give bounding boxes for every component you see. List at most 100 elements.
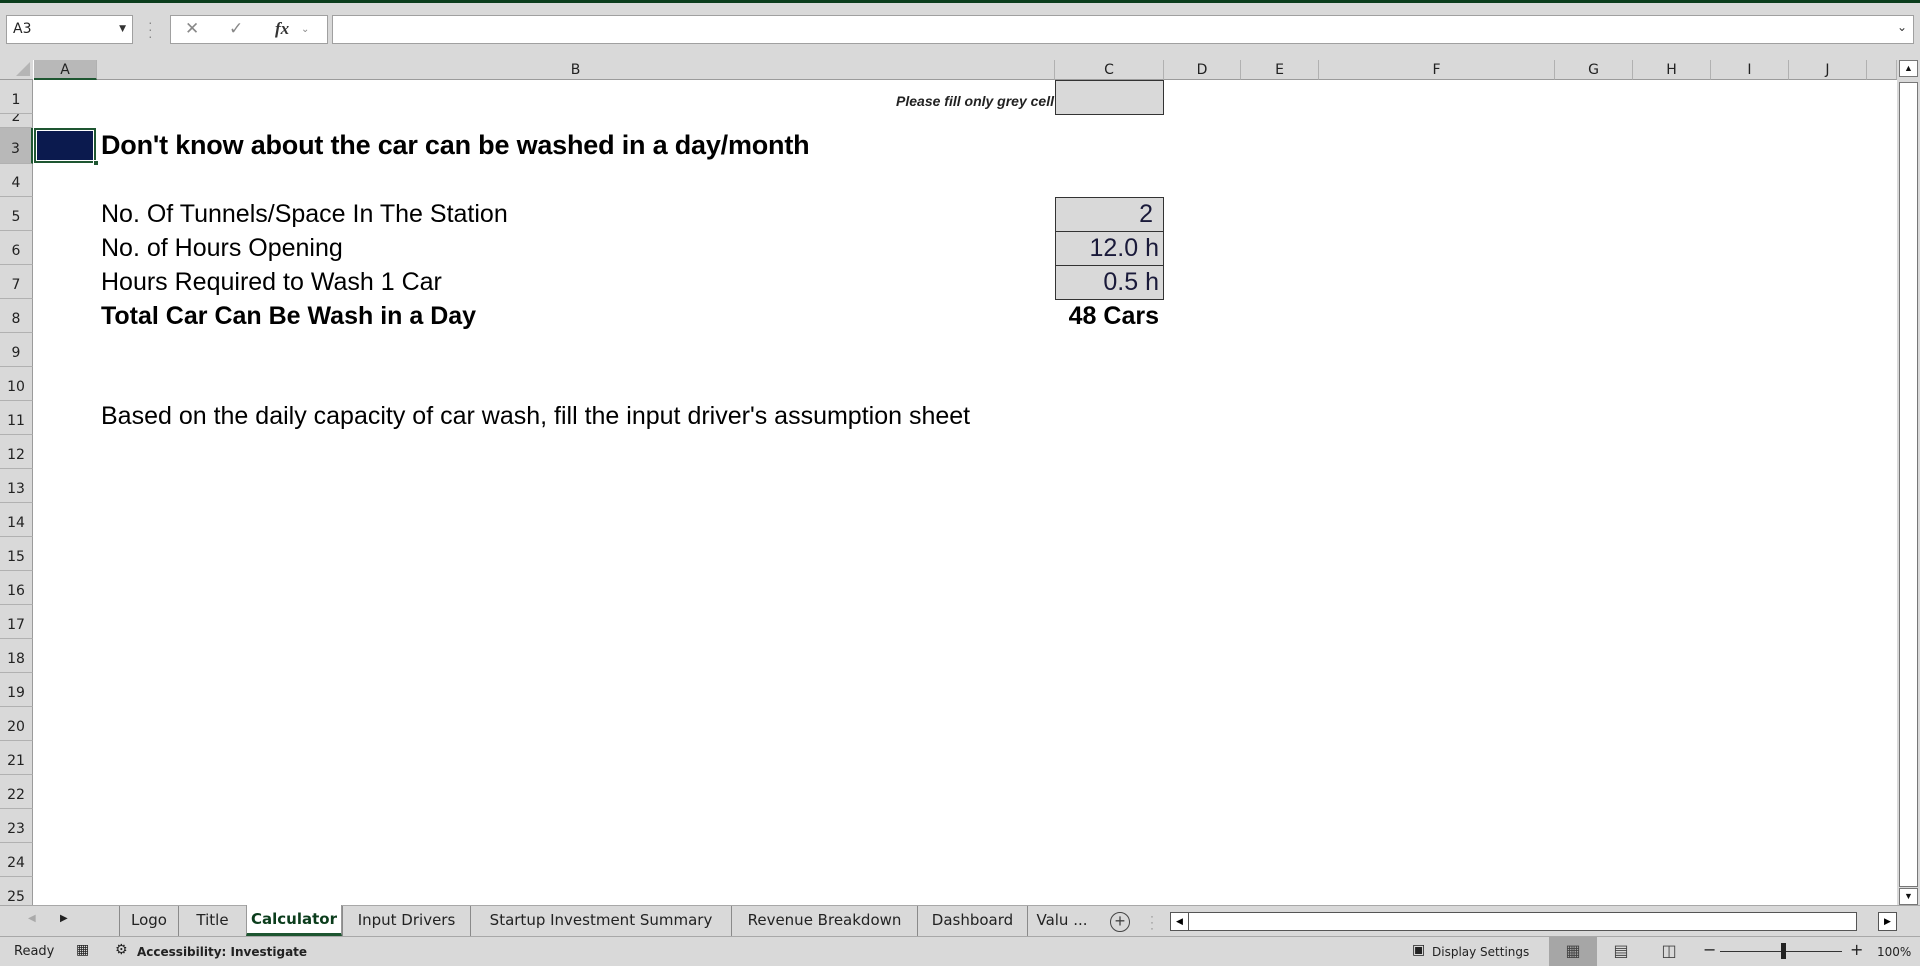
row-header-10[interactable]: 10: [0, 367, 33, 401]
input-label: Hours Required to Wash 1 Car: [101, 268, 442, 296]
chevron-down-icon[interactable]: ▼: [119, 16, 126, 43]
row-header-13[interactable]: 13: [0, 469, 33, 503]
input-value: 2: [1139, 200, 1153, 228]
row-header-23[interactable]: 23: [0, 809, 33, 843]
column-header-c[interactable]: C: [1055, 60, 1164, 80]
column-header-h[interactable]: H: [1633, 60, 1711, 80]
input-value: 0.5 h: [1103, 268, 1159, 296]
row-header-2[interactable]: 2: [0, 114, 33, 128]
row-header-22[interactable]: 22: [0, 775, 33, 809]
select-all-button[interactable]: [0, 60, 33, 80]
row-header-21[interactable]: 21: [0, 741, 33, 775]
zoom-in-button[interactable]: +: [1850, 940, 1863, 959]
status-bar: Ready ▦ ⚙ Accessibility: Investigate ▣ D…: [0, 937, 1920, 966]
expand-formula-bar-icon[interactable]: ⌄: [1897, 20, 1907, 34]
row-header-19[interactable]: 19: [0, 673, 33, 707]
name-box-value: A3: [13, 21, 32, 37]
zoom-out-button[interactable]: −: [1703, 940, 1716, 959]
normal-view-icon[interactable]: ▦: [1549, 937, 1597, 966]
row-header-6[interactable]: 6: [0, 231, 33, 265]
prev-sheet-icon[interactable]: ◀: [28, 913, 36, 924]
row-header-4[interactable]: 4: [0, 164, 33, 197]
input-cell-hours-per-car[interactable]: 0.5 h: [1055, 265, 1164, 300]
row-header-20[interactable]: 20: [0, 707, 33, 741]
zoom-slider-thumb[interactable]: [1781, 943, 1786, 959]
display-settings[interactable]: Display Settings: [1432, 945, 1529, 959]
calculator-title: Don't know about the car can be washed i…: [101, 130, 810, 160]
formula-actions: ✕ ✓ fx ⌄: [170, 15, 328, 44]
row-header-8[interactable]: 8: [0, 299, 33, 333]
sheet-tab-startup-investment-summary[interactable]: Startup Investment Summary: [470, 906, 731, 936]
row-header-3[interactable]: 3: [0, 128, 33, 164]
sheet-tab-input-drivers[interactable]: Input Drivers: [342, 906, 470, 936]
scroll-down-button[interactable]: ▼: [1899, 888, 1918, 905]
name-box[interactable]: A3 ▼: [6, 15, 133, 44]
status-ready: Ready: [14, 944, 55, 959]
column-header[interactable]: [1867, 60, 1897, 80]
row-header-16[interactable]: 16: [0, 571, 33, 605]
sheet-tab-bar: ◀ ▶ Logo Title Calculator Input Drivers Star…: [0, 905, 1920, 937]
formula-bar: A3 ▼ · · · ✕ ✓ fx ⌄ ⌄: [0, 3, 1920, 60]
row-header-1[interactable]: 1: [0, 80, 33, 114]
more-options-icon[interactable]: · · ·: [148, 15, 153, 43]
row-header-12[interactable]: 12: [0, 435, 33, 469]
accessibility-icon[interactable]: ⚙: [115, 942, 128, 958]
selected-cell-a3[interactable]: [34, 128, 99, 166]
input-label: No. Of Tunnels/Space In The Station: [101, 200, 508, 228]
sheet-tab-title[interactable]: Title: [178, 906, 246, 936]
row-header-14[interactable]: 14: [0, 503, 33, 537]
worksheet-grid[interactable]: ABCDEFGHIJ 1 2 3 4 5 6 7 8 9 10 11 12 13 14 15 16 17 18 19…: [0, 60, 1897, 905]
next-sheet-icon[interactable]: ▶: [60, 913, 68, 924]
column-header-e[interactable]: E: [1241, 60, 1319, 80]
footnote: Based on the daily capacity of car wash,…: [101, 402, 971, 430]
instruction-note: Please fill only grey cell: [896, 93, 1054, 109]
sheet-tab-valu[interactable]: Valu ...: [1027, 906, 1096, 936]
cancel-icon[interactable]: ✕: [185, 19, 199, 39]
vertical-scrollbar[interactable]: ▲ ▼: [1897, 60, 1920, 905]
input-cell-tunnels[interactable]: 2: [1055, 197, 1164, 232]
add-sheet-icon[interactable]: +: [1110, 912, 1130, 932]
accessibility-status[interactable]: Accessibility: Investigate: [137, 945, 307, 959]
row-header-24[interactable]: 24: [0, 843, 33, 877]
formula-input[interactable]: ⌄: [332, 15, 1914, 44]
check-icon[interactable]: ✓: [229, 19, 243, 39]
column-header-g[interactable]: G: [1555, 60, 1633, 80]
column-header-i[interactable]: I: [1711, 60, 1789, 80]
sheet-tab-calculator[interactable]: Calculator: [246, 905, 342, 936]
column-header-b[interactable]: B: [97, 60, 1055, 80]
row-header-9[interactable]: 9: [0, 333, 33, 367]
sheet-tab-dashboard[interactable]: Dashboard: [917, 906, 1027, 936]
column-header-d[interactable]: D: [1164, 60, 1241, 80]
sheet-tab-logo[interactable]: Logo: [119, 906, 178, 936]
row-header-25[interactable]: 25: [0, 877, 33, 905]
vertical-scroll-thumb[interactable]: [1899, 82, 1918, 887]
display-settings-icon[interactable]: ▣: [1412, 942, 1425, 958]
row-header-17[interactable]: 17: [0, 605, 33, 639]
note-grey-cell[interactable]: [1055, 80, 1164, 115]
chevron-down-icon[interactable]: ⌄: [301, 24, 309, 35]
row-header-7[interactable]: 7: [0, 265, 33, 299]
row-header-5[interactable]: 5: [0, 197, 33, 231]
scroll-left-button[interactable]: ◀: [1171, 913, 1189, 930]
input-label: No. of Hours Opening: [101, 234, 343, 262]
page-layout-view-icon[interactable]: ▤: [1597, 937, 1645, 966]
insert-function-icon[interactable]: fx: [275, 19, 289, 39]
row-header-11[interactable]: 11: [0, 401, 33, 435]
scroll-up-button[interactable]: ▲: [1899, 60, 1918, 77]
page-break-view-icon[interactable]: ◫: [1645, 937, 1693, 966]
fill-handle[interactable]: [93, 160, 99, 166]
scroll-right-button[interactable]: ▶: [1878, 912, 1897, 931]
tab-split-handle[interactable]: · · ·: [1150, 910, 1154, 934]
column-header-j[interactable]: J: [1789, 60, 1867, 80]
column-header-f[interactable]: F: [1319, 60, 1555, 80]
macro-record-icon[interactable]: ▦: [76, 942, 89, 958]
row-header-18[interactable]: 18: [0, 639, 33, 673]
total-label: Total Car Can Be Wash in a Day: [101, 302, 477, 330]
zoom-level[interactable]: 100%: [1877, 945, 1911, 959]
sheet-tab-revenue-breakdown[interactable]: Revenue Breakdown: [731, 906, 917, 936]
column-header-a[interactable]: A: [34, 60, 97, 80]
row-header-15[interactable]: 15: [0, 537, 33, 571]
input-cell-hours-opening[interactable]: 12.0 h: [1055, 231, 1164, 266]
total-value: 48 Cars: [1068, 302, 1159, 330]
horizontal-scrollbar[interactable]: ◀: [1170, 912, 1857, 931]
